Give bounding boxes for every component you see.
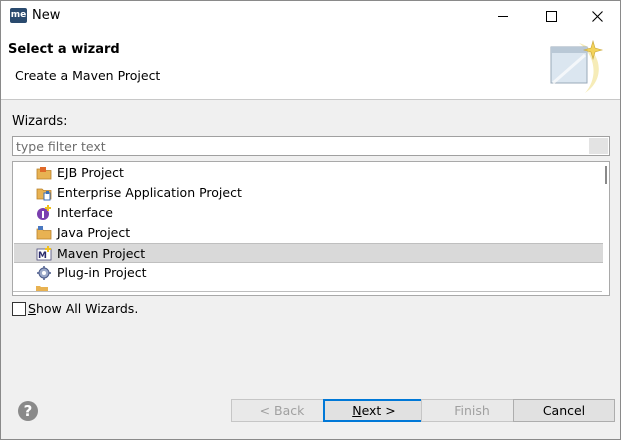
list-item-maven-project[interactable]: M Maven Project <box>14 243 603 263</box>
page-title: Select a wizard <box>8 42 120 57</box>
wizard-header: Select a wizard Create a Maven Project <box>1 31 620 99</box>
list-item-label: Java Project <box>57 225 131 240</box>
new-wizard-banner-icon <box>550 39 604 93</box>
ear-project-icon <box>36 188 52 201</box>
back-button[interactable]: < Back <box>231 399 333 422</box>
minimize-icon <box>498 15 508 17</box>
minimize-button[interactable] <box>480 1 526 31</box>
horizontal-scrollbar[interactable] <box>13 291 602 292</box>
ejb-project-icon <box>36 167 52 180</box>
finish-button[interactable]: Finish <box>421 399 523 422</box>
clear-filter-button[interactable] <box>589 138 608 154</box>
list-item-enterprise-application-project[interactable]: Enterprise Application Project <box>14 183 603 203</box>
show-all-wizards-checkbox[interactable] <box>12 302 26 316</box>
maven-project-icon: M <box>36 246 52 261</box>
close-button[interactable] <box>574 1 620 31</box>
app-logo-icon: me <box>10 8 27 23</box>
next-mnemonic: N <box>352 403 362 418</box>
plugin-project-icon <box>37 266 51 280</box>
maximize-button[interactable] <box>528 1 574 31</box>
next-label: ext > <box>361 403 396 418</box>
folder-icon <box>36 286 48 291</box>
list-item-label: Enterprise Application Project <box>57 185 242 200</box>
header-divider <box>1 99 620 100</box>
list-item-plugin-project[interactable]: Plug-in Project <box>14 263 603 283</box>
show-all-mnemonic: S <box>28 301 36 316</box>
filter-input[interactable] <box>13 137 586 155</box>
list-item-java-project[interactable]: Java Project <box>14 223 603 243</box>
wizards-label: Wizards: <box>12 114 68 129</box>
close-icon <box>591 10 603 22</box>
cancel-button[interactable]: Cancel <box>513 399 615 422</box>
maximize-icon <box>545 10 557 22</box>
vertical-scrollbar-thumb[interactable] <box>605 166 607 184</box>
new-wizard-dialog: me New Select a wizard Create a Maven Pr… <box>0 0 621 440</box>
list-item-label: Interface <box>57 205 113 220</box>
list-item-label: EJB Project <box>57 165 124 180</box>
next-button[interactable]: Next > <box>323 399 425 422</box>
show-all-label-text: how All Wizards. <box>35 301 139 316</box>
filter-box <box>12 136 610 156</box>
list-item-ejb-project[interactable]: EJB Project <box>14 163 603 183</box>
list-item-label: Maven Project <box>57 246 146 261</box>
list-item-interface[interactable]: Interface <box>14 203 603 223</box>
wizard-tree[interactable]: EJB Project Enterprise Application Proje… <box>12 161 610 296</box>
show-all-wizards-label: Show All Wizards. <box>28 301 138 316</box>
list-item-label: Plug-in Project <box>57 265 147 280</box>
window-title: New <box>32 8 61 23</box>
title-bar[interactable]: me New <box>1 1 620 31</box>
help-icon[interactable]: ? <box>18 401 38 421</box>
svg-text:M: M <box>38 251 47 261</box>
interface-icon <box>37 205 51 220</box>
java-project-icon <box>36 226 52 240</box>
page-description: Create a Maven Project <box>15 68 161 83</box>
